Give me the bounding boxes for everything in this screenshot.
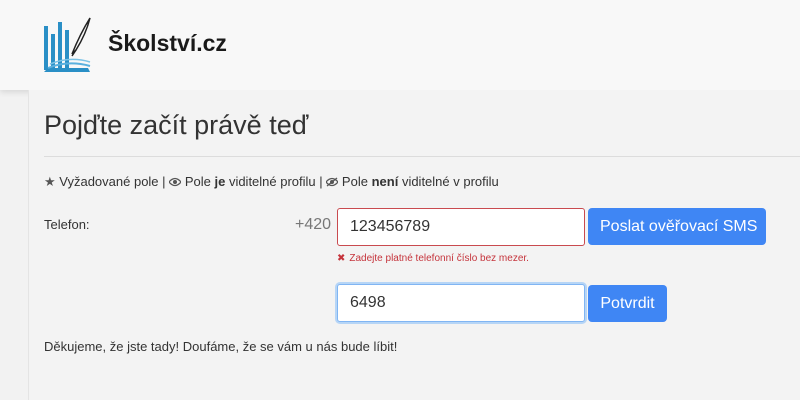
legend-separator: | xyxy=(162,174,166,189)
legend-separator-2: | xyxy=(319,174,323,189)
phone-error-message: ✖ Zadejte platné telefonní číslo bez meze… xyxy=(337,253,529,264)
verification-code-input[interactable] xyxy=(337,284,585,322)
legend-hidden-bold: není xyxy=(371,174,399,189)
field-legend: ★ Vyžadované pole | Pole je viditelné pr… xyxy=(44,174,499,190)
confirm-button[interactable]: Potvrdit xyxy=(588,285,667,322)
phone-input[interactable] xyxy=(337,208,585,246)
star-icon: ★ xyxy=(44,174,56,189)
page-title: Pojďte začít právě teď xyxy=(44,110,309,140)
x-icon: ✖ xyxy=(337,253,346,264)
brand-name[interactable]: Školství.cz xyxy=(108,30,227,57)
legend-visible-pre: Pole xyxy=(184,174,211,189)
legend-hidden-pre: Pole xyxy=(341,174,368,189)
main-content: Pojďte začít právě teď ★ Vyžadované pole… xyxy=(28,90,800,400)
divider xyxy=(44,156,800,157)
phone-error-text: Zadejte platné telefonní číslo bez mezer… xyxy=(349,253,529,264)
legend-visible-bold: je xyxy=(214,174,226,189)
eye-slash-icon xyxy=(325,174,342,189)
phone-prefix: +420 xyxy=(295,216,332,233)
legend-visible-post: viditelné profilu xyxy=(228,174,316,189)
school-logo-icon[interactable] xyxy=(42,16,94,76)
thank-you-text: Děkujeme, že jste tady! Doufáme, že se v… xyxy=(44,339,398,354)
site-header: Školství.cz xyxy=(0,0,800,90)
eye-icon xyxy=(168,174,185,189)
legend-required-text: Vyžadované pole xyxy=(59,174,159,189)
legend-hidden-post: viditelné v profilu xyxy=(401,174,499,189)
send-sms-button[interactable]: Poslat ověřovací SMS xyxy=(588,208,766,245)
phone-label: Telefon: xyxy=(44,217,90,232)
